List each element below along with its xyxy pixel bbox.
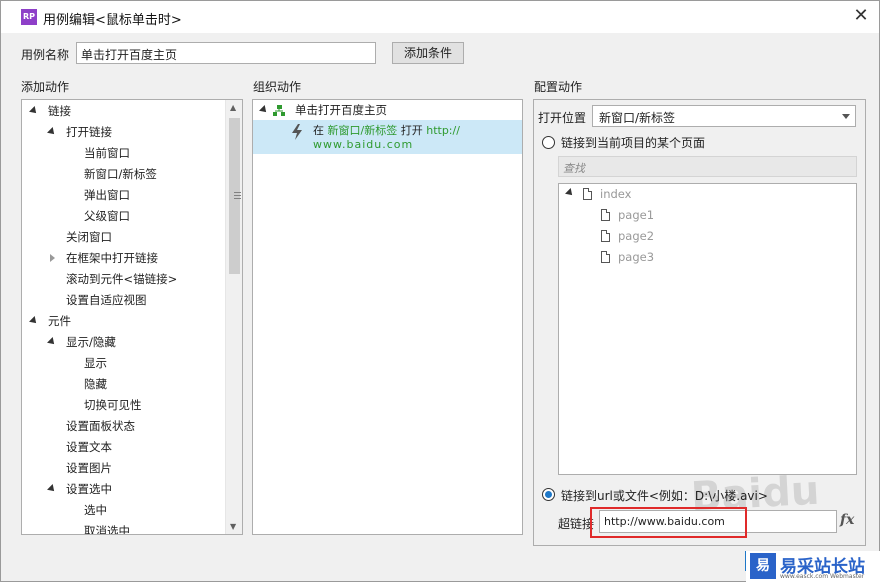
action-tree-item[interactable]: 取消选中 — [84, 521, 130, 534]
expand-icon[interactable] — [47, 337, 57, 347]
grip-line — [234, 198, 241, 199]
action-verb: 打开 — [400, 124, 423, 137]
action-tree-item[interactable]: 隐藏 — [84, 374, 107, 395]
case-node[interactable]: 单击打开百度主页 — [295, 100, 387, 121]
action-tree-item[interactable]: 打开链接 — [66, 122, 112, 143]
fx-button[interactable]: fx — [840, 512, 854, 528]
action-tree-item[interactable]: 父级窗口 — [84, 206, 130, 227]
action-tree-item[interactable]: 选中 — [84, 500, 107, 521]
action-url-part2: www.baidu.com — [313, 138, 414, 151]
add-condition-button[interactable]: 添加条件 — [392, 42, 464, 64]
case-name-label: 用例名称 — [21, 48, 70, 62]
radio-link-to-page-label: 链接到当前项目的某个页面 — [561, 136, 706, 150]
page-item-page1[interactable]: page1 — [618, 205, 654, 226]
action-target: 新窗口/新标签 — [327, 124, 398, 137]
action-tree-item[interactable]: 链接 — [48, 101, 71, 122]
organize-actions-tree[interactable]: 单击打开百度主页 在 新窗口/新标签 打开 http:// www.baidu.… — [252, 99, 523, 535]
window-title: 用例编辑<鼠标单击时> — [43, 13, 182, 28]
hyperlink-label: 超链接 — [558, 517, 595, 531]
highlight-box — [590, 507, 747, 538]
page-item-page3[interactable]: page3 — [618, 247, 654, 268]
page-icon — [601, 230, 610, 242]
app-icon: RP — [21, 9, 37, 25]
expand-icon[interactable] — [259, 105, 269, 115]
action-line-1: 在 新窗口/新标签 打开 http:// — [313, 122, 460, 138]
action-tree-item[interactable]: 当前窗口 — [84, 143, 130, 164]
page-icon — [601, 251, 610, 263]
chevron-down-icon — [842, 114, 850, 119]
grip-line — [234, 192, 241, 193]
selected-action-row[interactable]: 在 新窗口/新标签 打开 http:// www.baidu.com — [253, 120, 522, 154]
action-tree-item[interactable]: 在框架中打开链接 — [66, 248, 158, 269]
scroll-thumb[interactable] — [229, 118, 241, 274]
close-icon[interactable]: ✕ — [849, 5, 873, 27]
page-item-page2[interactable]: page2 — [618, 226, 654, 247]
action-tree-item[interactable]: 切换可见性 — [84, 395, 142, 416]
action-tree-item[interactable]: 新窗口/新标签 — [84, 164, 157, 185]
action-url-part1: http:// — [426, 124, 460, 137]
page-item-index[interactable]: index — [600, 184, 631, 205]
action-tree-item[interactable]: 设置自适应视图 — [66, 290, 147, 311]
action-prefix: 在 — [313, 124, 324, 137]
brand-url: www.easck.com Webmaster — [780, 573, 865, 580]
brand-watermark: 易 易采站长站 www.easck.com Webmaster — [746, 551, 880, 582]
radio-link-to-page[interactable] — [542, 136, 555, 149]
lightning-icon — [292, 124, 302, 140]
use-case-editor-window: RP 用例编辑<鼠标单击时> ✕ 用例名称 单击打开百度主页 添加条件 添加动作… — [0, 0, 880, 582]
brand-logo-icon: 易 — [750, 553, 776, 579]
scroll-down-icon[interactable]: ▼ — [230, 522, 236, 531]
open-position-select[interactable]: 新窗口/新标签 — [592, 105, 856, 127]
add-actions-header: 添加动作 — [21, 80, 70, 94]
open-position-value: 新窗口/新标签 — [599, 111, 676, 125]
action-tree-item[interactable]: 显示/隐藏 — [66, 332, 116, 353]
add-actions-tree[interactable]: 链接 打开链接 当前窗口 新窗口/新标签 弹出窗口 父级窗口 关闭窗口 在框架中打开链接 滚动到… — [21, 99, 243, 535]
action-tree-item[interactable]: 滚动到元件<锚链接> — [66, 269, 177, 290]
action-tree-item[interactable]: 弹出窗口 — [84, 185, 130, 206]
page-search-input[interactable]: 查找 — [558, 156, 857, 177]
title-bar: RP 用例编辑<鼠标单击时> ✕ — [1, 1, 879, 33]
open-position-label: 打开位置 — [538, 111, 587, 125]
case-tree-icon — [273, 105, 285, 116]
add-actions-scrollbar[interactable]: ▲ ▼ — [225, 100, 242, 534]
case-name-input[interactable]: 单击打开百度主页 — [76, 42, 376, 64]
action-tree-item[interactable]: 设置图片 — [66, 458, 112, 479]
expand-icon[interactable] — [47, 484, 57, 494]
expand-icon[interactable] — [29, 106, 39, 116]
action-tree-item[interactable]: 显示 — [84, 353, 107, 374]
radio-link-to-url-label: 链接到url或文件<例如：D:\小楼.avi> — [561, 489, 768, 503]
page-icon — [583, 188, 592, 200]
action-tree-item[interactable]: 设置文本 — [66, 437, 112, 458]
action-tree-item[interactable]: 元件 — [48, 311, 71, 332]
action-tree-item[interactable]: 关闭窗口 — [66, 227, 112, 248]
page-icon — [601, 209, 610, 221]
organize-actions-header: 组织动作 — [253, 80, 302, 94]
page-tree[interactable]: index page1 page2 page3 — [558, 183, 857, 475]
expand-icon[interactable] — [29, 316, 39, 326]
expand-icon[interactable] — [47, 127, 57, 137]
radio-link-to-url[interactable] — [542, 488, 555, 501]
configure-actions-header: 配置动作 — [534, 80, 583, 94]
action-tree-item[interactable]: 设置面板状态 — [66, 416, 135, 437]
collapse-icon[interactable] — [50, 254, 55, 262]
grip-line — [234, 195, 241, 196]
expand-icon[interactable] — [565, 188, 575, 198]
scroll-up-icon[interactable]: ▲ — [230, 103, 236, 112]
action-tree-item[interactable]: 设置选中 — [66, 479, 112, 500]
